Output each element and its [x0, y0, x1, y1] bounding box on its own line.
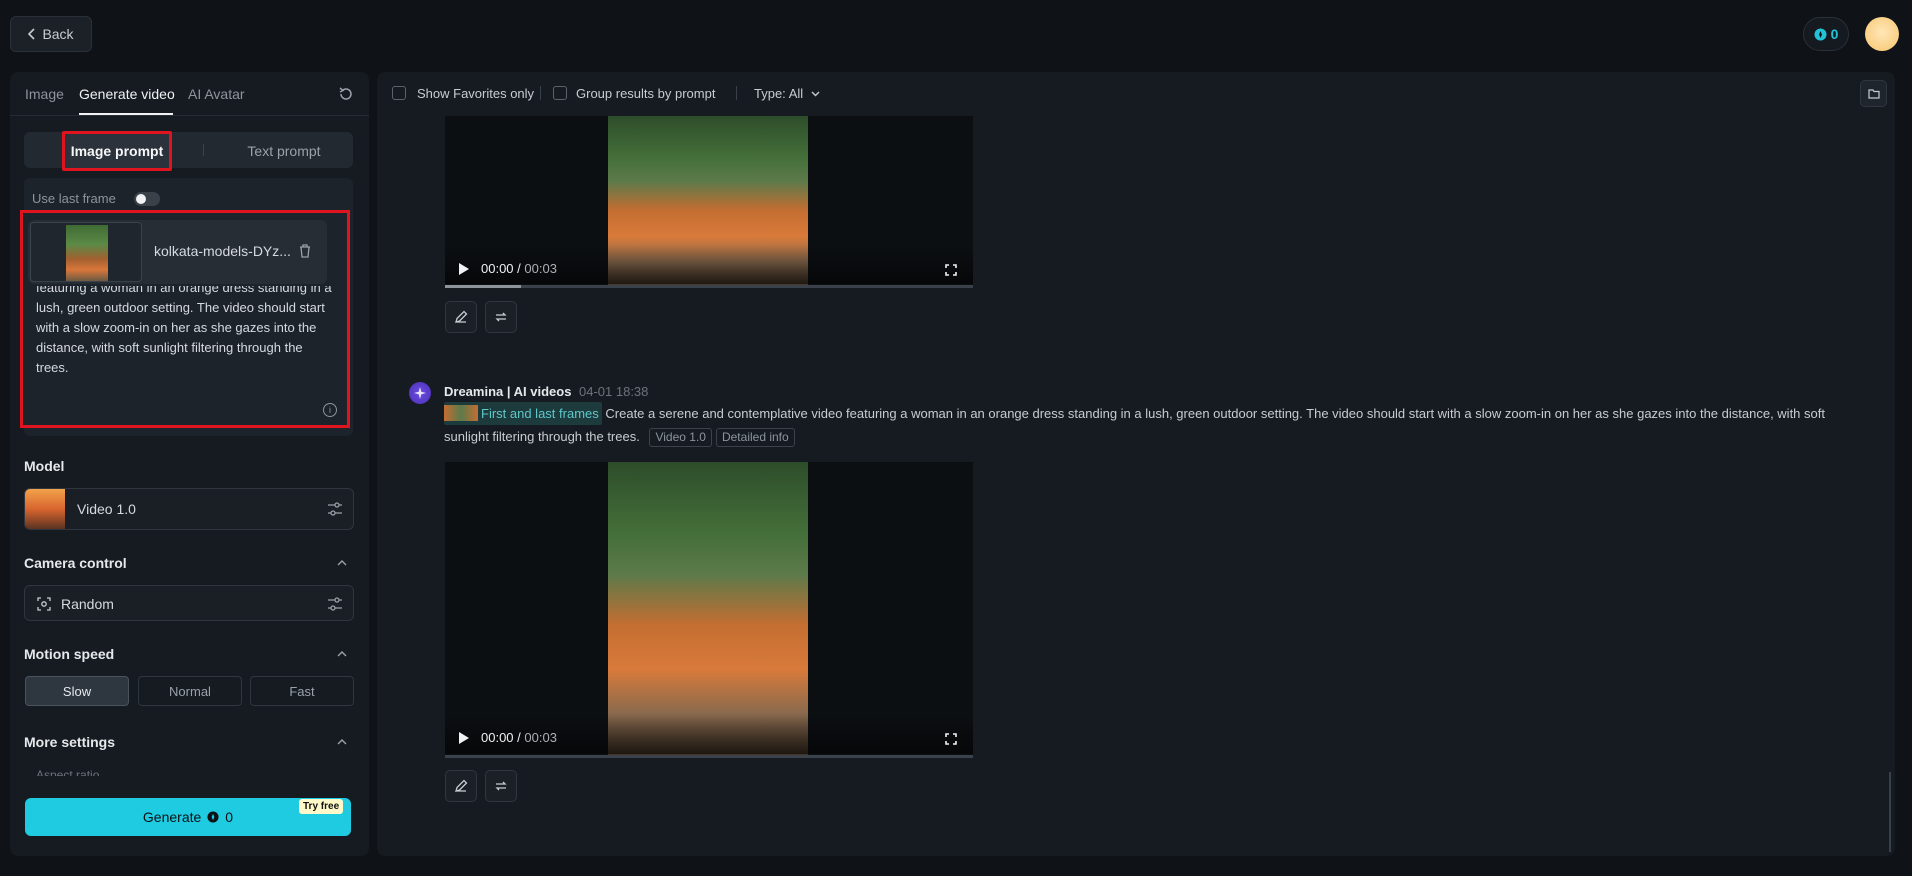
model-label: Model [24, 458, 65, 474]
edit-button[interactable] [445, 301, 477, 333]
user-avatar[interactable] [1865, 17, 1899, 51]
speed-fast-button[interactable]: Fast [250, 676, 354, 706]
model-thumbnail [25, 489, 65, 529]
result-description: First and last frames Create a serene an… [444, 402, 1864, 448]
chevron-up-icon[interactable] [337, 737, 347, 747]
use-last-frame-toggle[interactable] [134, 192, 160, 206]
credit-icon [1814, 28, 1827, 40]
chevron-up-icon[interactable] [337, 649, 347, 659]
model-selector[interactable]: Video 1.0 [24, 488, 354, 530]
time-total: 00:03 [524, 261, 557, 276]
credit-icon [207, 811, 219, 823]
speed-slow-button[interactable]: Slow [25, 676, 129, 706]
refresh-icon[interactable] [338, 86, 354, 102]
back-button[interactable]: Back [10, 16, 92, 52]
tab-generate-video[interactable]: Generate video [79, 86, 175, 102]
chevron-left-icon [28, 28, 36, 40]
video-progress[interactable] [445, 755, 973, 758]
favorites-label[interactable]: Show Favorites only [417, 86, 534, 101]
time-total: 00:03 [524, 730, 557, 745]
edit-button[interactable] [445, 770, 477, 802]
video-time: 00:00 / 00:03 [481, 730, 557, 745]
filter-divider [736, 86, 737, 100]
regenerate-button[interactable] [485, 770, 517, 802]
regenerate-icon [495, 312, 507, 322]
time-current: 00:00 [481, 730, 514, 745]
highlight-frame [20, 210, 350, 428]
results-scrollbar[interactable] [1889, 772, 1891, 852]
frames-tag[interactable]: First and last frames [444, 402, 602, 425]
text-prompt-tab[interactable]: Text prompt [204, 136, 364, 166]
dreamina-logo-icon [409, 382, 431, 404]
folder-icon [1868, 89, 1880, 99]
prompt-mode-switch: Image prompt Text prompt [24, 131, 353, 171]
sliders-icon[interactable] [327, 597, 343, 611]
generate-label: Generate [142, 809, 202, 825]
tab-ai-avatar[interactable]: AI Avatar [188, 86, 245, 102]
time-current: 00:00 [481, 261, 514, 276]
camera-control-label: Camera control [24, 555, 127, 571]
top-bar: Back 0 [0, 0, 1912, 70]
folder-button[interactable] [1860, 80, 1887, 107]
video-player[interactable]: 00:00 / 00:03 [445, 462, 973, 758]
model-name: Video 1.0 [77, 501, 136, 517]
frames-thumbnail [444, 405, 478, 421]
video-player[interactable]: 00:00 / 00:03 [445, 116, 973, 288]
pencil-icon [455, 779, 468, 792]
model-tag[interactable]: Video 1.0 [649, 428, 712, 447]
back-label: Back [42, 26, 74, 42]
camera-control-selector[interactable]: Random [24, 585, 354, 621]
results-panel: Show Favorites only Group results by pro… [377, 72, 1895, 856]
generate-cost: 0 [225, 809, 234, 825]
favorites-checkbox[interactable] [392, 86, 406, 100]
camera-value: Random [61, 596, 114, 612]
fullscreen-icon[interactable] [945, 733, 957, 745]
regenerate-button[interactable] [485, 301, 517, 333]
sliders-icon[interactable] [327, 502, 343, 516]
regenerate-icon [495, 781, 507, 791]
play-icon[interactable] [459, 263, 469, 275]
left-panel: Image Generate video AI Avatar Image pro… [10, 72, 369, 856]
use-last-frame-label: Use last frame [32, 191, 116, 206]
focus-icon [37, 597, 51, 611]
generation-tabs: Image Generate video AI Avatar [10, 72, 369, 116]
credits-count: 0 [1830, 26, 1839, 42]
filter-divider [540, 86, 541, 100]
video-progress[interactable] [445, 285, 973, 288]
detailed-info-tag[interactable]: Detailed info [715, 428, 795, 447]
pencil-icon [455, 310, 468, 323]
image-prompt-tab[interactable]: Image prompt [62, 131, 172, 171]
play-icon[interactable] [459, 732, 469, 744]
type-filter[interactable]: Type: All [754, 86, 803, 101]
speed-normal-button[interactable]: Normal [138, 676, 242, 706]
aspect-ratio-label: Aspect ratio [36, 768, 100, 776]
try-free-badge: Try free [299, 799, 344, 814]
frames-tag-label: First and last frames [481, 406, 599, 421]
result-timestamp: 04-01 18:38 [579, 384, 649, 399]
credits-badge[interactable]: 0 [1803, 17, 1849, 51]
chevron-up-icon[interactable] [337, 558, 347, 568]
fullscreen-icon[interactable] [945, 264, 957, 276]
chevron-down-icon[interactable] [811, 91, 820, 97]
active-tab-underline [79, 113, 173, 115]
group-checkbox[interactable] [553, 86, 567, 100]
video-time: 00:00 / 00:03 [481, 261, 557, 276]
group-label[interactable]: Group results by prompt [576, 86, 715, 101]
author-name: Dreamina | AI videos [444, 384, 572, 399]
motion-speed-label: Motion speed [24, 646, 115, 662]
tab-image[interactable]: Image [25, 86, 64, 102]
progress-fill [445, 285, 521, 288]
more-settings-label: More settings [24, 734, 116, 750]
filter-bar: Show Favorites only Group results by pro… [377, 72, 1895, 116]
